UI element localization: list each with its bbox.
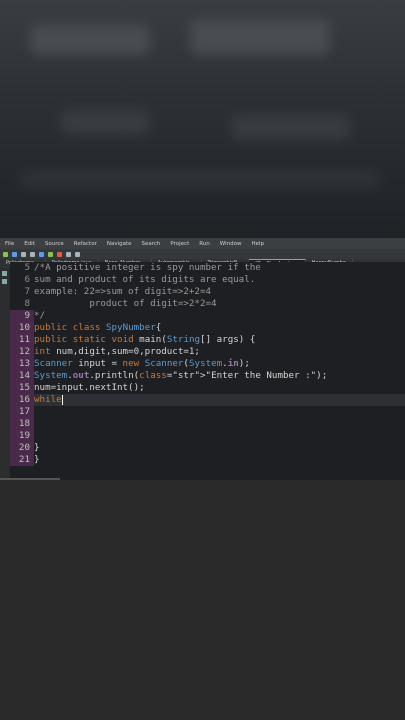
menu-file[interactable]: File <box>0 241 19 247</box>
code-text: int num,digit,sum=0,product=1; <box>34 346 200 357</box>
back-icon[interactable] <box>66 251 71 257</box>
menu-navigate[interactable]: Navigate <box>102 241 137 247</box>
code-line: 12 int num,digit,sum=0,product=1; <box>10 346 405 358</box>
new-icon[interactable] <box>30 251 35 257</box>
code-line: 9 */ <box>10 310 405 322</box>
search-icon[interactable] <box>39 251 44 257</box>
menu-edit[interactable]: Edit <box>19 241 40 247</box>
toolbar <box>0 249 405 259</box>
menu-window[interactable]: Window <box>215 241 247 247</box>
menu-refactor[interactable]: Refactor <box>69 241 102 247</box>
code-line: 13 Scanner input = new Scanner(System.in)… <box>10 358 405 370</box>
forward-icon[interactable] <box>75 251 80 257</box>
menu-search[interactable]: Search <box>137 241 166 247</box>
play-icon[interactable] <box>48 251 53 257</box>
code-line: 18 <box>10 418 405 430</box>
menu-help[interactable]: Help <box>246 241 269 247</box>
code-line: 15 num=input.nextInt(); <box>10 382 405 394</box>
code-line: 7 example: 22=>sum of digit=>2+2=4 <box>24 286 212 297</box>
blurred-background <box>0 0 405 238</box>
code-line-current: 16 while <box>10 394 405 406</box>
left-gutter-strip <box>0 268 10 480</box>
code-line: 21} <box>10 454 405 466</box>
code-line: 11 public static void main(String[] args)… <box>10 334 405 346</box>
code-line: 6 sum and product of its digits are equal… <box>24 274 256 285</box>
debug-icon[interactable] <box>12 251 17 257</box>
outline-icon[interactable] <box>2 279 7 284</box>
code-line: 20} <box>10 442 405 454</box>
code-line: 8 product of digit=>2*2=4 <box>24 298 217 309</box>
blurred-bottom <box>0 480 405 720</box>
code-line: 5/*A positive integer is spy number if t… <box>24 262 261 273</box>
code-line: 17 <box>10 406 405 418</box>
code-line: 10 public class SpyNumber{ <box>10 322 405 334</box>
code-text: System.out.println(class="str">"Enter th… <box>34 370 328 381</box>
stop-icon[interactable] <box>57 251 62 257</box>
menu-project[interactable]: Project <box>165 241 194 247</box>
code-text: public static void main(String[] args) { <box>34 334 256 345</box>
code-editor[interactable]: 5/*A positive integer is spy number if t… <box>10 262 405 480</box>
menu-bar: File Edit Source Refactor Navigate Searc… <box>0 238 405 249</box>
code-text: Scanner input = new Scanner(System.in); <box>34 358 250 369</box>
code-line: 14 System.out.println(class="str">"Enter … <box>10 370 405 382</box>
menu-source[interactable]: Source <box>40 241 69 247</box>
code-line: 19 <box>10 430 405 442</box>
code-text: public class SpyNumber{ <box>34 322 162 333</box>
menu-run[interactable]: Run <box>194 241 215 247</box>
package-icon[interactable] <box>2 271 7 276</box>
save-icon[interactable] <box>21 251 26 257</box>
text-caret <box>61 394 63 405</box>
run-icon[interactable] <box>3 251 8 257</box>
